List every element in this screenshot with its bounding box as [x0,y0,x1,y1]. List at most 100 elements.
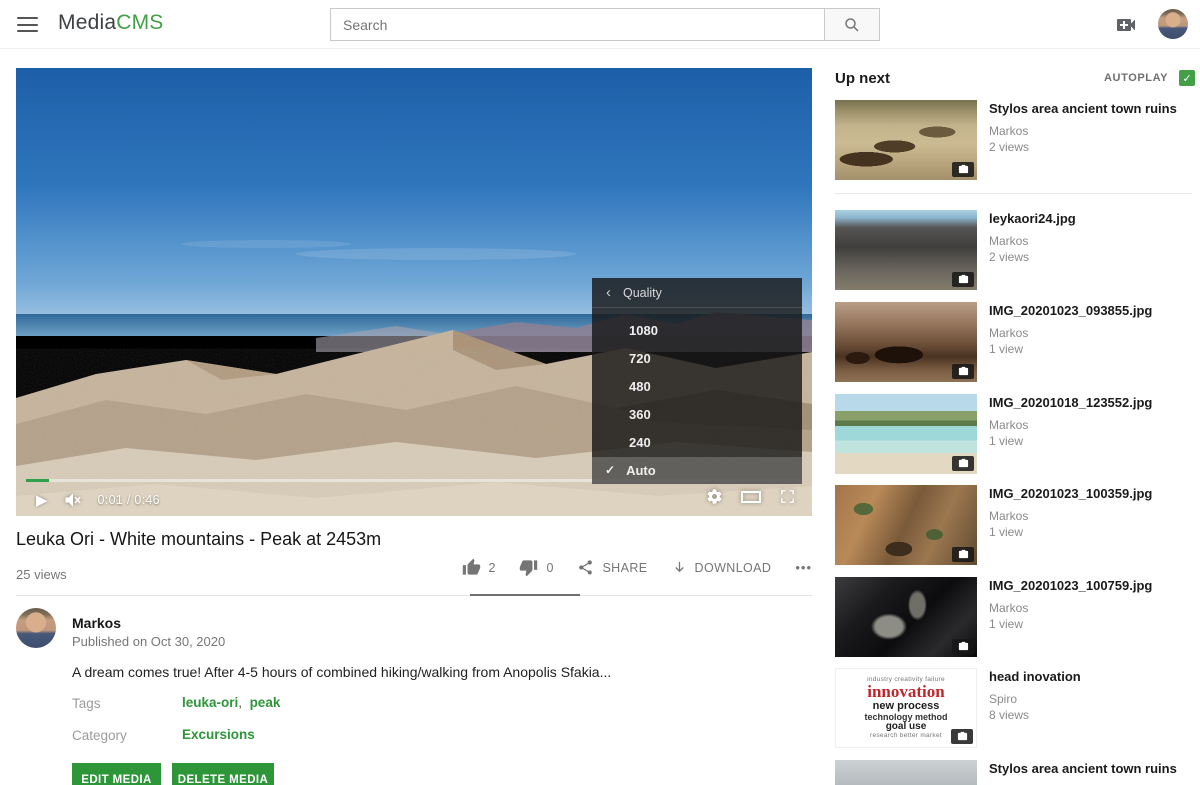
category-label: Category [72,728,127,743]
quality-option-240[interactable]: 240 [592,429,802,457]
list-item[interactable]: Stylos area ancient town ruins Markos 2 … [835,100,1192,180]
quality-menu-back[interactable]: ‹ Quality [592,278,802,308]
wordcloud-text: research better market [870,733,942,740]
publish-date: Published on Oct 30, 2020 [72,634,225,649]
check-icon: ✓ [605,457,615,484]
list-item[interactable]: Stylos area ancient town ruins [835,760,1192,785]
item-author: Markos [989,600,1192,616]
tags-label: Tags [72,696,101,711]
search-input[interactable] [330,8,825,41]
settings-gear-icon[interactable] [706,488,723,505]
item-views: 1 view [989,341,1192,357]
camera-icon [952,639,974,654]
play-icon[interactable]: ▶ [36,493,48,508]
share-icon [577,559,594,576]
theater-mode-icon[interactable] [740,489,762,505]
item-author: Markos [989,123,1192,139]
item-views: 1 view [989,524,1192,540]
list-item[interactable]: industry creativity failure innovation n… [835,668,1192,748]
search-icon [843,16,861,34]
thumbnail-gray-mountains [835,760,977,785]
quality-option-720[interactable]: 720 [592,345,802,373]
check-icon: ✓ [1182,72,1191,85]
thumbnail-dark-cave [835,577,977,657]
quality-option-360[interactable]: 360 [592,401,802,429]
views-count: 25 views [16,567,67,582]
player-controls-right [706,488,796,505]
thumbnail-innovation-wordcloud: industry creativity failure innovation n… [835,668,977,748]
player-controls-left: ▶ 0:01 / 0:46 [36,487,160,513]
item-title: Stylos area ancient town ruins [989,761,1192,777]
camera-icon [952,364,974,379]
search-bar [330,8,880,41]
item-views: 1 view [989,616,1192,632]
user-avatar[interactable] [1158,9,1188,39]
section-divider [16,595,812,596]
camera-icon [951,729,973,744]
tag-separator: , [238,695,242,710]
item-title: IMG_20201023_093855.jpg [989,303,1192,319]
camera-icon [952,547,974,562]
tag-leuka-ori[interactable]: leuka-ori [182,695,238,710]
thumb-down-icon [519,558,538,577]
item-views: 8 views [989,707,1192,723]
camera-icon [952,456,974,471]
camera-icon [952,272,974,287]
item-views: 2 views [989,139,1192,155]
dislike-count: 0 [546,561,553,575]
item-title: Stylos area ancient town ruins [989,101,1192,117]
download-button[interactable]: DOWNLOAD [672,559,772,576]
video-player[interactable]: ▶ 0:01 / 0:46 ‹ Quality 1080 720 480 360… [16,68,812,516]
list-item[interactable]: leykaori24.jpg Markos 2 views [835,210,1192,290]
progress-played [26,479,49,482]
volume-muted-icon[interactable] [63,490,83,510]
more-options-icon[interactable]: ••• [795,560,812,575]
list-item[interactable]: IMG_20201023_093855.jpg Markos 1 view [835,302,1192,382]
quality-menu-title: Quality [623,286,662,300]
top-app-bar: MediaCMS [0,0,1200,49]
download-label: DOWNLOAD [695,561,772,575]
like-count: 2 [489,561,496,575]
share-button[interactable]: SHARE [577,559,647,576]
video-upload-icon [1114,13,1138,37]
dislike-button[interactable]: 0 [519,558,553,577]
item-title: leykaori24.jpg [989,211,1192,227]
thumbnail-beach-lagoon [835,394,977,474]
list-item[interactable]: IMG_20201018_123552.jpg Markos 1 view [835,394,1192,474]
item-title: head inovation [989,669,1192,685]
page-title: Leuka Ori - White mountains - Peak at 24… [16,529,716,550]
quality-option-auto[interactable]: ✓ Auto [592,457,802,484]
edit-media-button[interactable]: EDIT MEDIA [72,763,161,785]
wordcloud-text: new process [873,701,940,713]
delete-media-button[interactable]: DELETE MEDIA [172,763,274,785]
up-next-heading: Up next [835,70,890,87]
thumbnail-leykaori [835,210,977,290]
quality-option-1080[interactable]: 1080 [592,317,802,345]
thumb-up-icon [462,558,481,577]
autoplay-label: AUTOPLAY [1104,72,1168,84]
like-bar-indicator [470,594,580,596]
list-item[interactable]: IMG_20201023_100759.jpg Markos 1 view [835,577,1192,657]
item-author: Markos [989,233,1192,249]
item-author: Markos [989,508,1192,524]
autoplay-toggle[interactable]: AUTOPLAY ✓ [1104,70,1195,86]
category-value[interactable]: Excursions [182,727,255,742]
quality-option-480[interactable]: 480 [592,373,802,401]
item-author: Markos [989,417,1192,433]
like-button[interactable]: 2 [462,558,496,577]
thumbnail-cliff-gorge [835,485,977,565]
search-button[interactable] [824,8,880,41]
author-name[interactable]: Markos [72,615,121,631]
time-display: 0:01 / 0:46 [98,493,160,507]
tag-peak[interactable]: peak [250,695,281,710]
autoplay-checkbox[interactable]: ✓ [1179,70,1195,86]
author-avatar[interactable] [16,608,56,648]
item-views: 2 views [989,249,1192,265]
list-item[interactable]: IMG_20201023_100359.jpg Markos 1 view [835,485,1192,565]
logo[interactable]: MediaCMS [58,11,163,35]
item-views: 1 view [989,433,1192,449]
menu-icon[interactable] [17,17,38,32]
logo-media-text: Media [58,11,116,34]
upload-media-button[interactable] [1114,13,1138,37]
fullscreen-icon[interactable] [779,488,796,505]
